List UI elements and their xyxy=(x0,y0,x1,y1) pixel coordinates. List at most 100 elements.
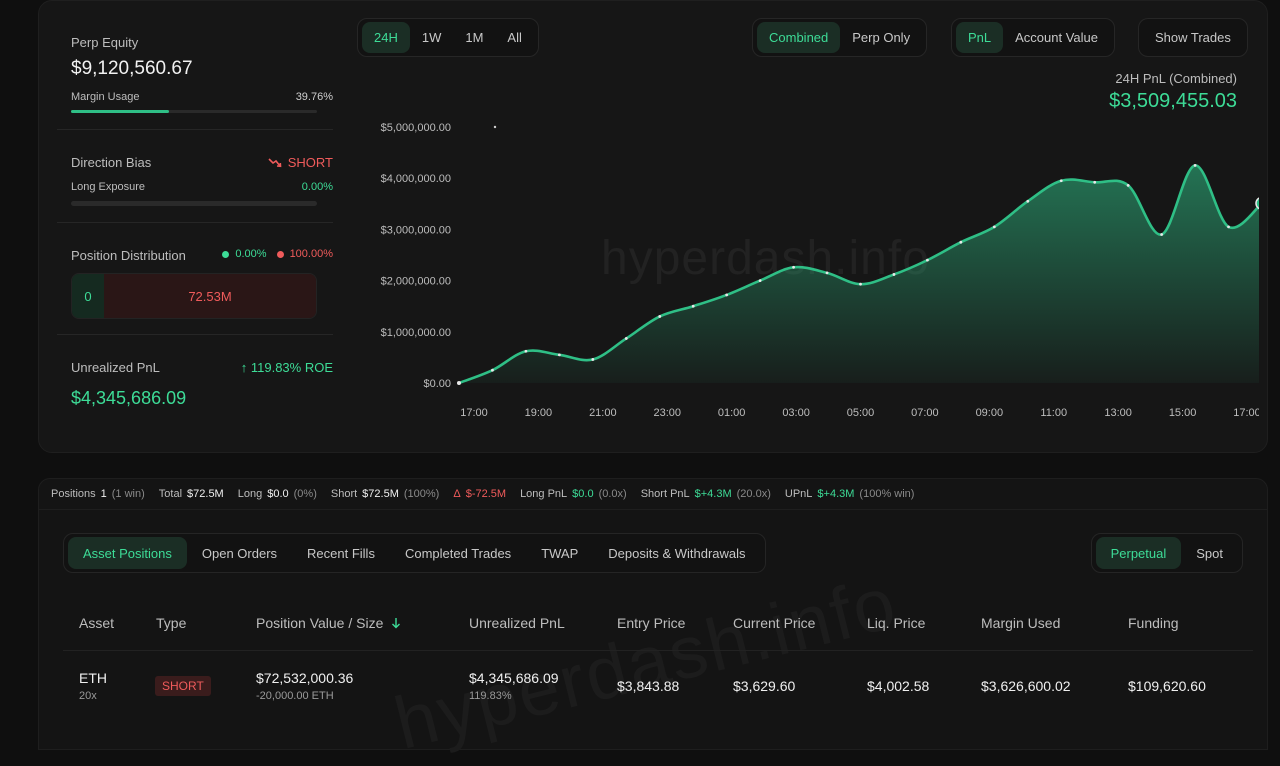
row-liq-price: $4,002.58 xyxy=(867,678,930,694)
timeframe-1w[interactable]: 1W xyxy=(410,22,454,53)
data-point xyxy=(1126,183,1130,187)
y-tick-label: $5,000,000.00 xyxy=(381,122,451,134)
x-tick-label: 19:00 xyxy=(525,407,553,419)
positions-card: hyperdash.info Asset Positions Open Order… xyxy=(38,510,1268,765)
tab-completed-trades[interactable]: Completed Trades xyxy=(390,537,526,569)
y-tick-label: $3,000,000.00 xyxy=(381,224,451,236)
data-point xyxy=(825,271,829,275)
col-position-value-label: Position Value / Size xyxy=(256,615,384,631)
col-asset[interactable]: Asset xyxy=(79,615,114,631)
stat-extra: (20.0x) xyxy=(736,488,771,500)
stat-key: Short xyxy=(330,488,358,500)
stat-value: 1 xyxy=(100,488,107,500)
stat-5: Long PnL $0.0 (0.0x) xyxy=(520,488,627,500)
mode-tab-spot[interactable]: Spot xyxy=(1181,537,1238,569)
tab-asset-positions[interactable]: Asset Positions xyxy=(68,537,187,569)
x-tick-label: 05:00 xyxy=(847,407,875,419)
timeframe-1m[interactable]: 1M xyxy=(453,22,495,53)
stat-4: Δ $-72.5M xyxy=(453,488,506,500)
timeframe-24h[interactable]: 24H xyxy=(362,22,410,53)
col-liq-price[interactable]: Liq. Price xyxy=(867,615,925,631)
margin-usage-track xyxy=(71,110,317,113)
stat-2: Long $0.0 (0%) xyxy=(238,488,317,500)
tab-recent-fills[interactable]: Recent Fills xyxy=(292,537,390,569)
stat-0: Positions 1 (1 win) xyxy=(51,488,145,500)
show-trades-button[interactable]: Show Trades xyxy=(1143,22,1243,53)
col-current-price[interactable]: Current Price xyxy=(733,615,815,631)
portfolio-overview-card: Perp Equity $9,120,560.67 Margin Usage 3… xyxy=(38,0,1268,453)
data-point xyxy=(591,358,595,361)
direction-bias-text: SHORT xyxy=(287,155,333,170)
metric-pnl[interactable]: PnL xyxy=(956,22,1004,53)
pnl-area-fill xyxy=(459,165,1259,383)
margin-usage-label: Margin Usage xyxy=(71,91,140,103)
stat-extra: (0.0x) xyxy=(598,488,627,500)
scope-selector: Combined Perp Only xyxy=(752,18,928,57)
margin-usage-value: 39.76% xyxy=(295,91,333,103)
tab-deposits-withdrawals[interactable]: Deposits & Withdrawals xyxy=(593,537,760,569)
row-position-size: -20,000.00 ETH xyxy=(256,690,334,702)
watermark-table: hyperdash.info xyxy=(386,560,905,765)
stat-3: Short $72.5M (100%) xyxy=(331,488,439,500)
col-unrealized-pnl[interactable]: Unrealized PnL xyxy=(469,615,565,631)
y-axis-marker xyxy=(493,125,497,129)
x-tick-label: 01:00 xyxy=(718,407,746,419)
pnl-area-chart: $5,000,000.00 $4,000,000.00 $3,000,000.00 $… xyxy=(381,122,1259,419)
unrealized-roe-text: 119.83% ROE xyxy=(250,360,333,375)
stat-key: UPnL xyxy=(784,488,813,500)
data-point xyxy=(658,315,662,318)
data-point xyxy=(1026,199,1030,203)
tab-twap[interactable]: TWAP xyxy=(526,537,593,569)
stat-key: Short PnL xyxy=(640,488,690,500)
row-leverage: 20x xyxy=(79,690,97,702)
long-exposure-value: 0.00% xyxy=(301,181,333,193)
metric-selector: PnL Account Value xyxy=(951,18,1116,57)
dist-short-value: 72.53M xyxy=(104,274,316,318)
account-summary-panel: Perp Equity $9,120,560.67 Margin Usage 3… xyxy=(57,1,333,452)
data-point xyxy=(1160,233,1164,236)
perp-equity-value: $9,120,560.67 xyxy=(71,58,193,79)
unrealized-roe: ↑ 119.83% ROE xyxy=(241,360,333,375)
sort-down-icon xyxy=(392,618,401,629)
stat-key: Δ xyxy=(453,488,461,500)
col-entry-price[interactable]: Entry Price xyxy=(617,615,685,631)
x-tick-label: 21:00 xyxy=(589,407,617,419)
scope-perp-only[interactable]: Perp Only xyxy=(840,22,922,53)
stat-extra: (100%) xyxy=(403,488,440,500)
col-margin-used[interactable]: Margin Used xyxy=(981,615,1060,631)
y-tick-label: $1,000,000.00 xyxy=(381,327,451,339)
data-point xyxy=(691,304,695,308)
data-point xyxy=(959,240,963,244)
position-distribution-bar: 0 72.53M xyxy=(71,273,317,319)
data-point-start xyxy=(457,381,461,385)
header-divider xyxy=(63,650,1253,651)
tab-open-orders[interactable]: Open Orders xyxy=(187,537,292,569)
x-tick-label: 03:00 xyxy=(782,407,810,419)
scope-combined[interactable]: Combined xyxy=(757,22,841,53)
perp-equity-label: Perp Equity xyxy=(71,35,139,50)
mode-tab-perpetual[interactable]: Perpetual xyxy=(1095,537,1182,569)
stat-value: $0.0 xyxy=(267,488,289,500)
stat-value: $+4.3M xyxy=(694,488,732,500)
row-margin-used: $3,626,600.02 xyxy=(981,678,1071,694)
long-exposure-label: Long Exposure xyxy=(71,181,145,193)
col-funding[interactable]: Funding xyxy=(1128,615,1179,631)
market-mode-tabs: Perpetual Spot xyxy=(1090,533,1243,573)
show-trades-wrapper: Show Trades xyxy=(1138,18,1248,57)
pnl-caption: 24H PnL (Combined) xyxy=(1115,71,1237,86)
row-position-value: $72,532,000.36 xyxy=(256,670,354,686)
long-exposure-track xyxy=(71,201,317,206)
metric-account-value[interactable]: Account Value xyxy=(1003,22,1110,53)
data-point xyxy=(758,279,762,282)
x-tick-label: 13:00 xyxy=(1104,407,1132,419)
col-position-value[interactable]: Position Value / Size xyxy=(256,615,401,631)
stat-value: $-72.5M xyxy=(465,488,507,500)
row-asset[interactable]: ETH xyxy=(79,670,107,686)
data-point xyxy=(926,258,929,262)
stat-extra: (0%) xyxy=(293,488,317,500)
direction-bias-value: SHORT xyxy=(268,155,333,170)
timeframe-all[interactable]: All xyxy=(495,22,533,53)
col-type[interactable]: Type xyxy=(156,615,186,631)
dist-short-pct: 100.00% xyxy=(289,248,333,260)
unrealized-pnl-value: $4,345,686.09 xyxy=(71,388,187,408)
